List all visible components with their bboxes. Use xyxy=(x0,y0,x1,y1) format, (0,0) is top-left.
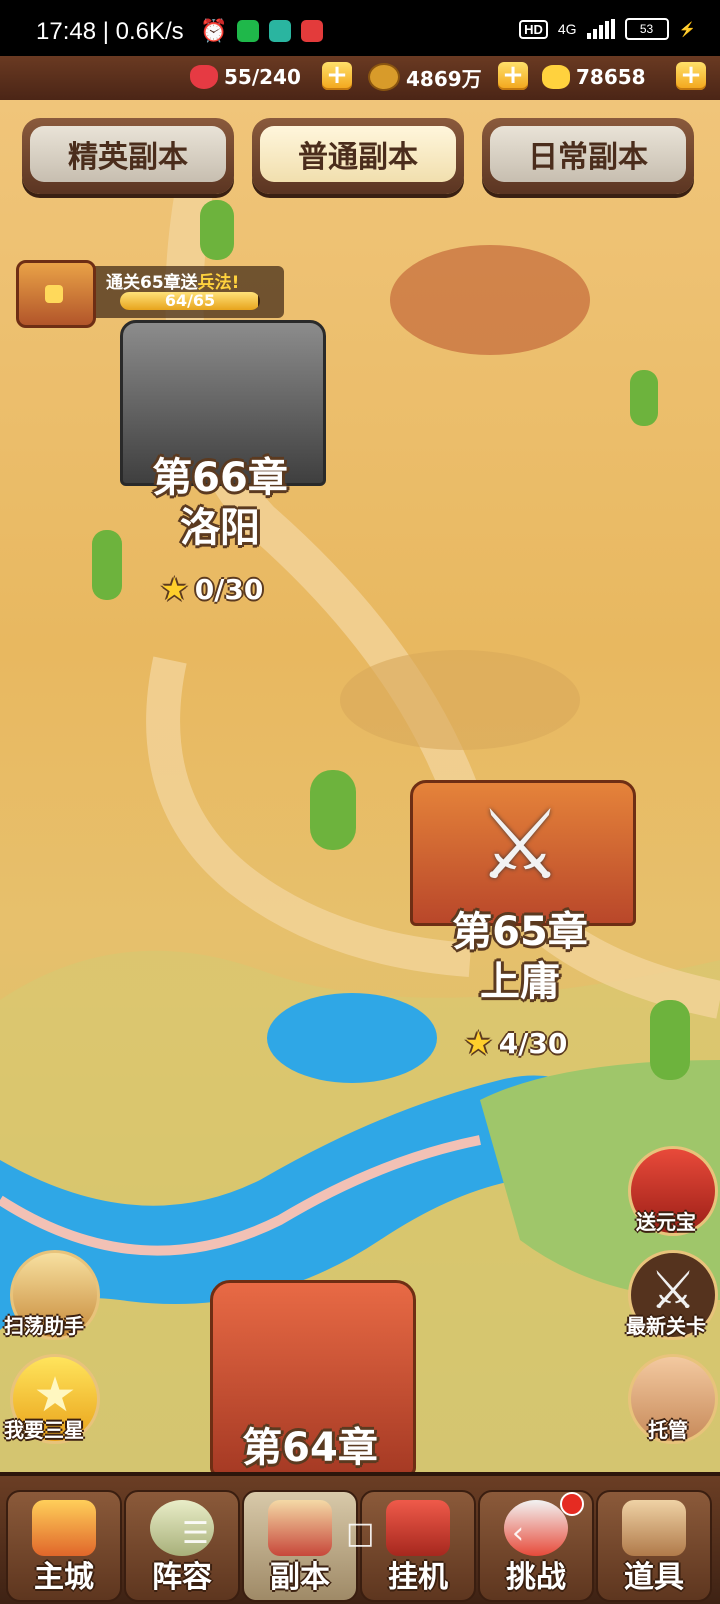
sweep-helper-label: 扫荡助手 xyxy=(4,1314,84,1338)
tab-daily-dungeon[interactable]: 日常副本 xyxy=(482,118,694,194)
bottom-nav: 主城 阵容 副本 挂机 挑战 道具 ☰ □ ‹ xyxy=(0,1472,720,1604)
reward-progress-label: 64/65 xyxy=(164,292,216,310)
chapter-66-stars: ★ 0/30 xyxy=(160,570,264,608)
nav-idle[interactable]: 挂机 xyxy=(360,1490,476,1602)
chapter-66-label[interactable]: 第66章 洛阳 xyxy=(120,454,320,554)
status-bar: 17:48 | 0.6K/s ⏰ HD 4G 53 ⚡ xyxy=(0,0,720,64)
chapter-64-label[interactable]: 第64章 xyxy=(210,1424,410,1472)
boss-app-icon xyxy=(269,20,292,42)
add-gold-button[interactable]: + xyxy=(676,62,706,90)
nav-main-city[interactable]: 主城 xyxy=(6,1490,122,1602)
latest-stage-label: 最新关卡 xyxy=(626,1314,706,1338)
chapter-64-title: 第64章 xyxy=(242,1425,378,1471)
battery-icon: 53 xyxy=(624,18,669,40)
dungeon-tabs: 精英副本 普通副本 日常副本 xyxy=(0,118,720,198)
bag-icon xyxy=(386,1500,450,1556)
currency-bar: 55/240 + 4869万 + 78658 + xyxy=(0,56,720,103)
copper-counter: 4869万 xyxy=(368,62,482,92)
chapter-65-title: 第65章 xyxy=(452,909,588,955)
coin-icon xyxy=(368,63,400,91)
reward-banner-text: 通关65章送兵法! xyxy=(106,273,240,293)
scroll-icon xyxy=(268,1500,332,1556)
chapter-65-stars: ★ 4/30 xyxy=(464,1024,568,1062)
add-stamina-button[interactable]: + xyxy=(322,62,352,90)
chapter-66-title: 第66章 xyxy=(152,455,288,501)
three-star-label: 我要三星 xyxy=(4,1418,84,1442)
gold-counter: 78658 xyxy=(542,62,646,92)
chapter-65-name: 上庸 xyxy=(480,959,560,1005)
star-icon: ★ xyxy=(160,570,189,608)
notification-dot xyxy=(560,1492,584,1516)
alarm-icon: ⏰ xyxy=(200,18,228,43)
charging-icon: ⚡ xyxy=(678,20,696,37)
heart-icon xyxy=(190,65,218,89)
crossed-swords-icon: ⚔ xyxy=(476,789,564,901)
hd-icon: HD xyxy=(519,19,548,39)
nav-challenge[interactable]: 挑战 xyxy=(478,1490,594,1602)
nav-items[interactable]: 道具 xyxy=(596,1490,712,1602)
back-system-icon[interactable]: ‹ xyxy=(512,1516,524,1551)
signal-icon xyxy=(586,19,615,39)
tab-normal-dungeon[interactable]: 普通副本 xyxy=(252,118,464,194)
notification-icons: ⏰ xyxy=(200,18,324,43)
tab-elite-dungeon[interactable]: 精英副本 xyxy=(22,118,234,194)
ingot-icon xyxy=(542,65,570,89)
send-ingot-label: 送元宝 xyxy=(636,1210,696,1234)
treasure-chest-icon[interactable] xyxy=(16,260,96,328)
items-icon xyxy=(622,1500,686,1556)
chapter-reward-banner[interactable]: 通关65章送兵法! 64/65 xyxy=(14,260,284,328)
castle-icon xyxy=(32,1500,96,1556)
chapter-66-name: 洛阳 xyxy=(180,505,260,551)
nav-dungeon[interactable]: 副本 xyxy=(242,1490,358,1602)
app-notification-icon xyxy=(301,20,324,42)
home-system-icon[interactable]: □ xyxy=(346,1516,374,1551)
wechat-icon xyxy=(237,20,260,42)
auto-manage-label: 托管 xyxy=(648,1418,688,1442)
stamina-counter: 55/240 xyxy=(190,62,301,92)
reward-progress-bar: 64/65 xyxy=(120,292,260,310)
add-copper-button[interactable]: + xyxy=(498,62,528,90)
chapter-65-label[interactable]: 第65章 上庸 xyxy=(420,908,620,1008)
star-icon: ★ xyxy=(464,1024,493,1062)
status-time: 17:48 | 0.6K/s xyxy=(36,18,184,45)
menu-system-icon[interactable]: ☰ xyxy=(182,1516,209,1551)
network-type: 4G xyxy=(557,21,577,37)
